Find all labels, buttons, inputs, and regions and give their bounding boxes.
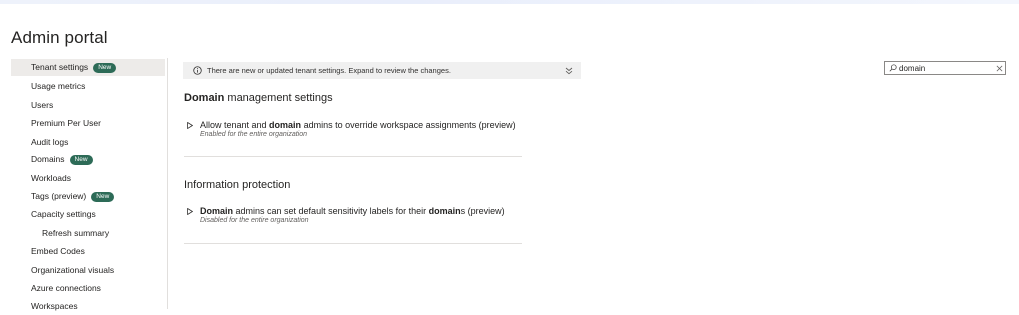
search-highlight: Domain (200, 206, 234, 216)
sidebar-item-premium-per-user[interactable]: Premium Per User (11, 115, 165, 132)
setting-title-part: s (preview) (460, 206, 505, 216)
sidebar-item-label: Capacity settings (31, 209, 96, 219)
sidebar-item-workspaces[interactable]: Workspaces (11, 298, 165, 315)
sidebar-item-capacity-settings[interactable]: Capacity settings (11, 206, 165, 223)
sidebar-item-label: Premium Per User (31, 118, 101, 128)
sidebar-item-label: Workloads (31, 173, 71, 183)
info-icon (193, 66, 202, 75)
sidebar-item-label: Tenant settings (31, 62, 89, 72)
divider (184, 156, 522, 157)
sidebar-item-label: Embed Codes (31, 246, 85, 256)
search-input[interactable] (899, 62, 989, 74)
new-badge: New (93, 63, 117, 73)
section-heading-information-protection: Information protection (184, 179, 291, 191)
sidebar-item-audit-logs[interactable]: Audit logs (11, 134, 165, 151)
page-title: Admin portal (11, 28, 108, 47)
sidebar-item-azure-connections[interactable]: Azure connections (11, 280, 165, 297)
setting-title-part: admins can set default sensitivity label… (233, 206, 429, 216)
search-icon (889, 64, 897, 72)
sidebar-item-label: Tags (preview) (31, 191, 87, 201)
close-icon[interactable] (996, 65, 1003, 72)
settings-search-box[interactable] (884, 61, 1006, 75)
new-badge: New (91, 192, 115, 202)
sidebar-item-label: Audit logs (31, 137, 69, 147)
search-highlight: Domain (184, 92, 225, 104)
sidebar-item-organizational-visuals[interactable]: Organizational visuals (11, 262, 165, 279)
top-banner-strip (0, 0, 1019, 4)
section-heading-domain-management: Domain management settings (184, 92, 333, 104)
search-highlight: domain (428, 206, 461, 216)
sidebar-nav: Tenant settings New Usage metrics Users P… (0, 58, 168, 311)
sidebar-item-usage-metrics[interactable]: Usage metrics (11, 78, 165, 95)
sidebar-item-label: Azure connections (31, 283, 101, 293)
setting-title: Domain admins can set default sensitivit… (200, 205, 505, 217)
chevron-down-icon[interactable] (565, 67, 573, 75)
divider (184, 243, 522, 244)
setting-title-part: admins to override workspace assignments… (301, 120, 516, 130)
sidebar-item-label: Users (31, 100, 54, 110)
sidebar-item-domains[interactable]: Domains New (11, 151, 165, 168)
setting-status: Enabled for the entire organization (200, 131, 308, 138)
sidebar-item-label: Usage metrics (31, 81, 86, 91)
sidebar-item-users[interactable]: Users (11, 97, 165, 114)
sidebar-item-embed-codes[interactable]: Embed Codes (11, 243, 165, 260)
sidebar-item-tenant-settings[interactable]: Tenant settings New (11, 59, 165, 76)
tenant-settings-notice-bar[interactable]: There are new or updated tenant settings… (183, 62, 581, 79)
sidebar-item-label: Organizational visuals (31, 265, 115, 275)
sidebar-item-label: Domains (31, 154, 65, 164)
sidebar-item-label: Refresh summary (42, 228, 110, 238)
sidebar-item-tags-preview[interactable]: Tags (preview) New (11, 188, 165, 205)
setting-title-part: Allow tenant and (200, 120, 270, 130)
setting-status: Disabled for the entire organization (200, 217, 309, 224)
sidebar-item-label: Workspaces (31, 301, 78, 311)
search-highlight: domain (269, 120, 302, 130)
setting-allow-override-workspace-assignments[interactable]: Allow tenant and domain admins to overri… (187, 119, 547, 143)
expand-triangle-icon[interactable] (187, 208, 193, 215)
expand-triangle-icon[interactable] (187, 122, 193, 129)
setting-title: Allow tenant and domain admins to overri… (200, 119, 516, 131)
setting-domain-admins-default-sensitivity-labels[interactable]: Domain admins can set default sensitivit… (187, 205, 547, 229)
new-badge: New (69, 155, 93, 165)
section-heading-text: management settings (224, 92, 333, 104)
notice-text: There are new or updated tenant settings… (207, 66, 451, 75)
sidebar-item-refresh-summary[interactable]: Refresh summary (11, 225, 165, 242)
sidebar-item-workloads[interactable]: Workloads (11, 170, 165, 187)
